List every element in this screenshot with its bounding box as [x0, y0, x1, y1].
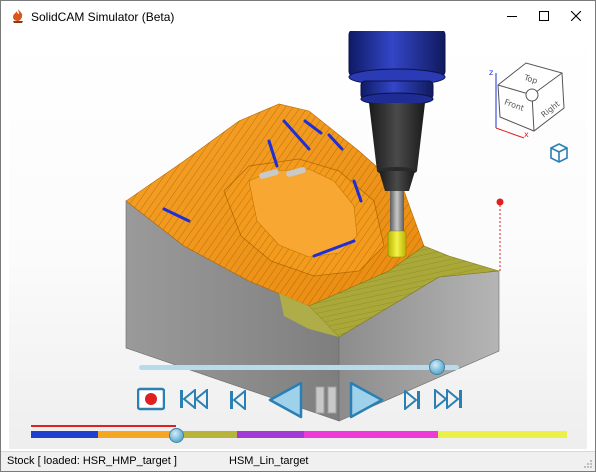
operations-color-bar[interactable] — [31, 431, 567, 438]
simulator-window: SolidCAM Simulator (Beta) z x Top Front … — [0, 0, 596, 472]
operation-segment[interactable] — [98, 431, 179, 438]
position-slider-thumb[interactable] — [428, 359, 445, 375]
skip-to-start-icon[interactable] — [179, 389, 209, 409]
playback-controls — [137, 381, 467, 421]
step-forward-icon[interactable] — [403, 390, 421, 410]
view-cube[interactable]: z x Top Front Right — [484, 53, 574, 141]
operation-segment[interactable] — [371, 431, 439, 438]
operations-progress[interactable] — [31, 425, 567, 443]
step-back-icon[interactable] — [229, 390, 247, 410]
operation-segment[interactable] — [304, 431, 372, 438]
operation-status: HSM_Lin_target — [229, 455, 309, 467]
operations-slider-thumb[interactable] — [168, 428, 184, 443]
record-icon[interactable] — [137, 387, 165, 411]
close-icon — [571, 11, 581, 21]
home-view-icon[interactable] — [548, 142, 570, 164]
solidcam-flame-icon — [13, 9, 23, 23]
axis-z-label: z — [489, 68, 493, 77]
resize-grip-icon[interactable] — [583, 459, 593, 469]
minimize-icon — [507, 16, 517, 17]
axis-x-label: x — [524, 130, 529, 139]
operation-segment[interactable] — [505, 431, 567, 438]
play-reverse-icon[interactable] — [267, 381, 303, 419]
window-title: SolidCAM Simulator (Beta) — [31, 10, 175, 24]
status-bar: Stock [ loaded: HSR_HMP_target ] HSM_Lin… — [1, 451, 595, 471]
position-slider-track[interactable] — [139, 365, 459, 370]
title-bar[interactable]: SolidCAM Simulator (Beta) — [1, 1, 595, 31]
operation-segment[interactable] — [178, 431, 238, 438]
simulation-viewport[interactable]: z x Top Front Right — [9, 31, 587, 449]
operation-segment[interactable] — [237, 431, 305, 438]
stock-status: Stock [ loaded: HSR_HMP_target ] — [7, 455, 177, 467]
operation-segment[interactable] — [31, 431, 98, 438]
close-button[interactable] — [559, 1, 593, 31]
operation-segment[interactable] — [438, 431, 506, 438]
progress-done-line — [31, 425, 176, 427]
minimize-button[interactable] — [495, 1, 529, 31]
maximize-button[interactable] — [527, 1, 561, 31]
skip-to-end-icon[interactable] — [433, 389, 463, 409]
play-icon[interactable] — [349, 381, 385, 419]
pause-icon[interactable] — [315, 386, 337, 414]
maximize-icon — [539, 11, 549, 21]
